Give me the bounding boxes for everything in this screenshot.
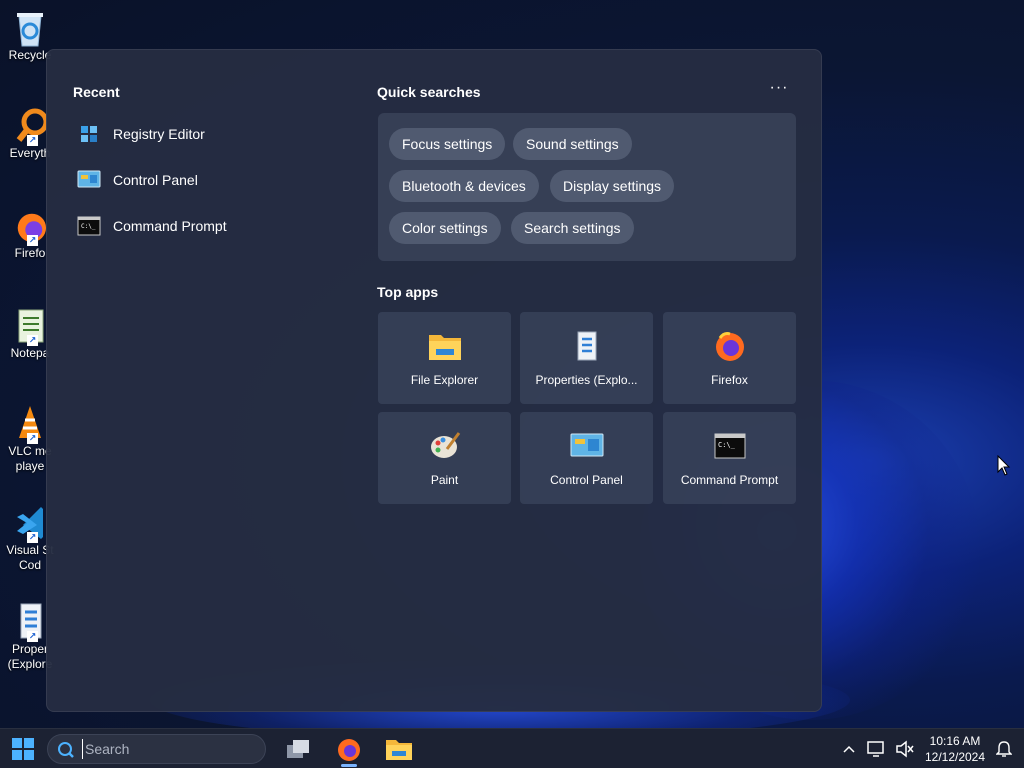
everything-search-icon: ↗ — [13, 106, 47, 146]
registry-editor-icon — [77, 122, 101, 146]
search-flyout-panel: Recent Registry Editor Control Panel C:\… — [46, 49, 822, 712]
quick-search-color-settings[interactable]: Color settings — [389, 212, 501, 244]
taskbar: 10:16 AM 12/12/2024 — [0, 728, 1024, 768]
top-app-paint[interactable]: Paint — [378, 412, 511, 504]
svg-text:C:\_: C:\_ — [81, 223, 96, 230]
more-options-button[interactable]: ··· — [767, 80, 791, 100]
top-app-control-panel[interactable]: Control Panel — [520, 412, 653, 504]
top-app-label: File Explorer — [410, 373, 479, 387]
network-monitor-icon[interactable] — [866, 737, 886, 761]
recent-title: Recent — [73, 84, 120, 100]
recent-item-label: Registry Editor — [113, 126, 205, 142]
taskbar-file-explorer-button[interactable] — [379, 731, 419, 767]
search-input[interactable] — [82, 739, 252, 759]
paint-icon — [427, 430, 463, 462]
search-icon — [58, 742, 74, 758]
svg-text:C:\_: C:\_ — [718, 441, 736, 449]
firefox-icon — [712, 330, 748, 362]
top-app-file-explorer[interactable]: File Explorer — [378, 312, 511, 404]
control-panel-icon — [77, 168, 101, 192]
quick-search-display-settings[interactable]: Display settings — [550, 170, 675, 202]
system-clock[interactable]: 10:16 AM 12/12/2024 — [920, 733, 990, 765]
task-view-icon — [287, 740, 309, 758]
top-app-label: Properties (Explo... — [535, 373, 638, 387]
taskbar-firefox-button[interactable] — [329, 731, 369, 767]
shortcut-arrow-icon: ↗ — [27, 235, 38, 246]
show-hidden-icons-chevron-up-icon[interactable] — [839, 737, 859, 761]
file-explorer-icon — [386, 740, 412, 760]
top-app-label: Firefox — [711, 373, 748, 387]
shortcut-arrow-icon: ↗ — [27, 532, 38, 543]
recycle-bin-icon — [13, 8, 47, 48]
quick-searches-container: Focus settings Sound settings Bluetooth … — [378, 113, 796, 261]
recent-item-control-panel[interactable]: Control Panel — [77, 162, 337, 198]
quick-searches-title: Quick searches — [377, 84, 481, 100]
quick-search-search-settings[interactable]: Search settings — [511, 212, 634, 244]
top-apps-title: Top apps — [377, 284, 439, 300]
clock-time: 10:16 AM — [929, 734, 981, 748]
shortcut-arrow-icon: ↗ — [27, 135, 38, 146]
recent-item-registry-editor[interactable]: Registry Editor — [77, 116, 337, 152]
file-explorer-icon — [427, 330, 463, 362]
properties-icon — [569, 330, 605, 362]
windows-logo-icon — [12, 738, 34, 760]
mouse-cursor-icon — [997, 454, 1011, 482]
firefox-icon: ↗ — [13, 206, 47, 246]
command-prompt-icon: C:\_ — [712, 430, 748, 462]
clock-date: 12/12/2024 — [924, 750, 986, 764]
quick-search-bluetooth-devices[interactable]: Bluetooth & devices — [389, 170, 539, 202]
command-prompt-icon: C:\_ — [77, 214, 101, 238]
top-app-label: Command Prompt — [680, 473, 779, 487]
recent-item-label: Command Prompt — [113, 218, 227, 234]
shortcut-arrow-icon: ↗ — [27, 335, 38, 346]
top-app-firefox[interactable]: Firefox — [663, 312, 796, 404]
notepad-icon: ↗ — [13, 306, 47, 346]
quick-search-focus-settings[interactable]: Focus settings — [389, 128, 506, 160]
top-app-command-prompt[interactable]: C:\_ Command Prompt — [663, 412, 796, 504]
properties-icon: ↗ — [13, 602, 47, 642]
top-app-label: Control Panel — [550, 473, 623, 487]
top-app-properties[interactable]: Properties (Explo... — [520, 312, 653, 404]
firefox-icon — [338, 739, 360, 761]
control-panel-icon — [569, 430, 605, 462]
taskbar-task-view-button[interactable] — [278, 731, 318, 767]
quick-search-sound-settings[interactable]: Sound settings — [513, 128, 632, 160]
recent-item-label: Control Panel — [113, 172, 198, 188]
top-app-label: Paint — [430, 473, 459, 487]
active-indicator — [341, 764, 357, 767]
start-button[interactable] — [10, 737, 36, 761]
taskbar-search-box[interactable] — [47, 734, 266, 764]
volume-muted-icon[interactable] — [895, 737, 915, 761]
vlc-cone-icon: ↗ — [13, 404, 47, 444]
notification-bell-icon[interactable] — [994, 737, 1014, 761]
vscode-icon: ↗ — [13, 503, 47, 543]
shortcut-arrow-icon: ↗ — [27, 631, 38, 642]
shortcut-arrow-icon: ↗ — [27, 433, 38, 444]
recent-item-command-prompt[interactable]: C:\_ Command Prompt — [77, 208, 337, 244]
